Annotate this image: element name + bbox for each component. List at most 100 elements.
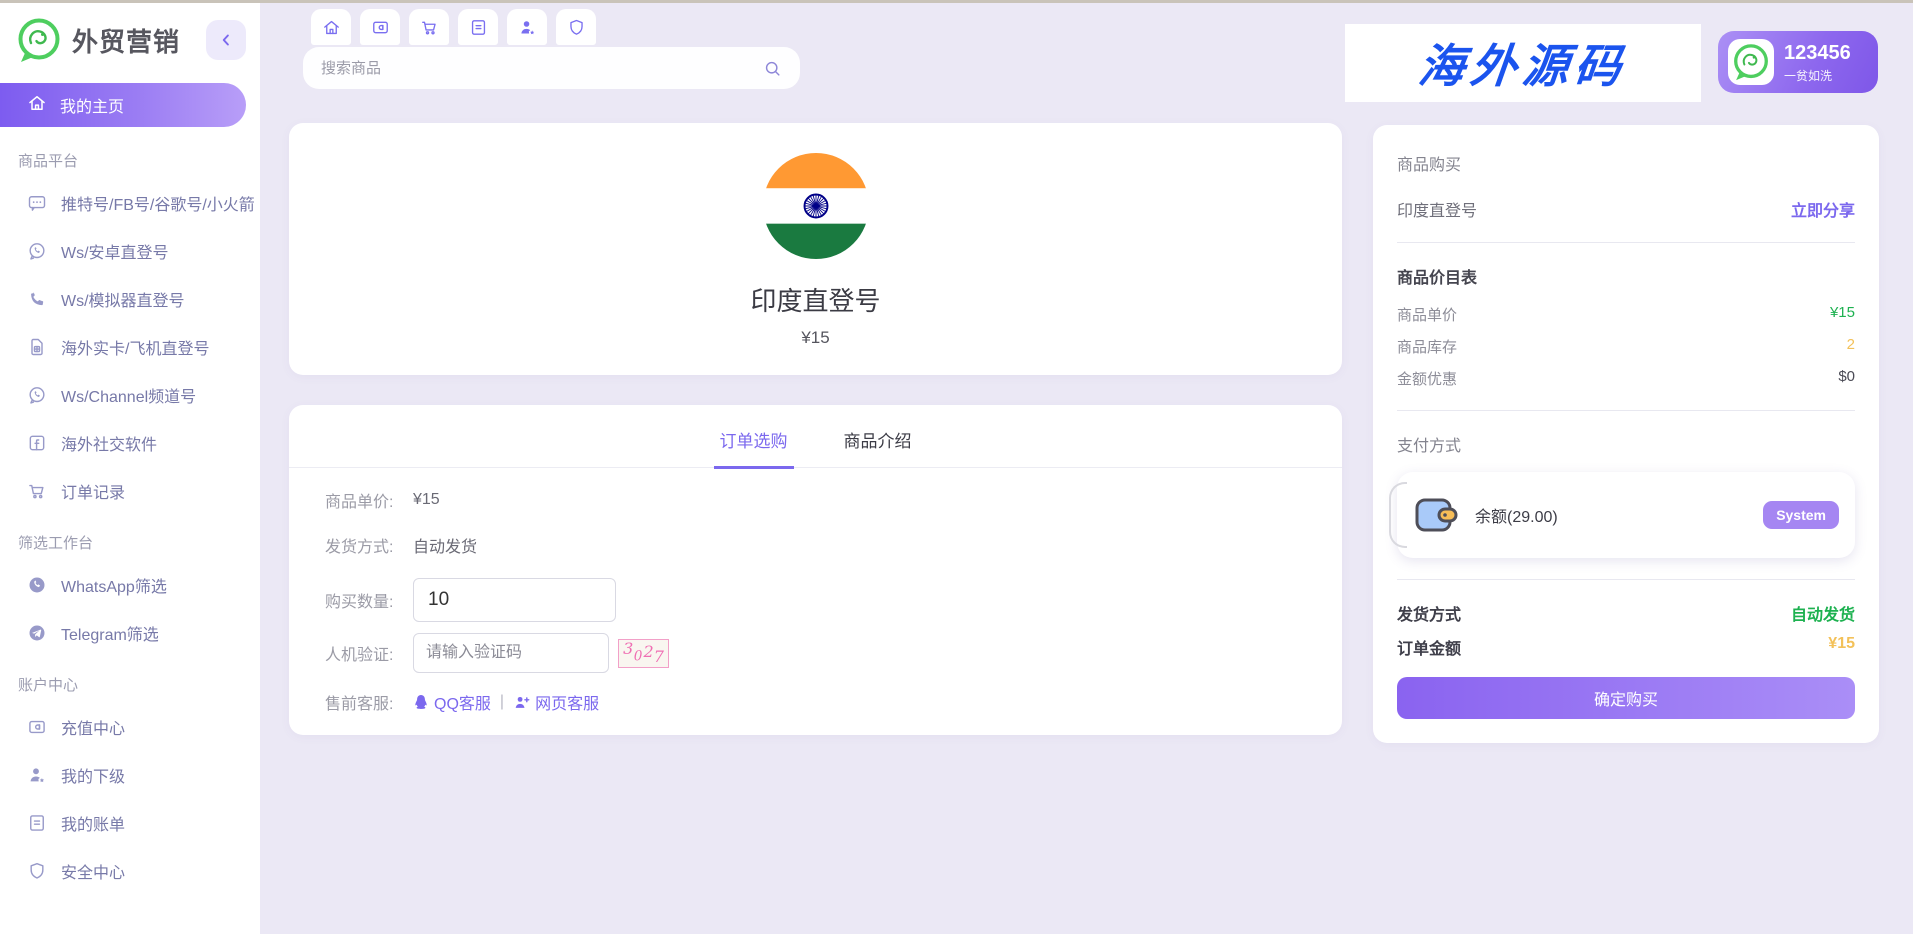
- facebook-icon: [27, 433, 47, 453]
- unit-price-label: 商品单价:: [325, 488, 413, 512]
- sidebar-item[interactable]: 海外实卡/飞机直登号: [0, 323, 260, 371]
- web-service-link[interactable]: 网页客服: [513, 690, 599, 714]
- quick-tab-cart[interactable]: [409, 9, 449, 45]
- bill-icon: [27, 813, 47, 833]
- delivery-summary-value: 自动发货: [1791, 601, 1855, 625]
- telegram-icon: [27, 623, 47, 643]
- whatsapp-filled-icon: [27, 575, 47, 595]
- search-icon[interactable]: [763, 59, 782, 78]
- bill-icon: [469, 18, 488, 37]
- sidebar-item[interactable]: 充值中心: [0, 703, 260, 751]
- whatsapp-icon: [27, 385, 47, 405]
- user-badge[interactable]: 123456 一贫如洗: [1718, 31, 1878, 93]
- sidebar-collapse-button[interactable]: [206, 20, 246, 60]
- quantity-input[interactable]: [413, 578, 616, 622]
- app-title: 外贸营销: [72, 22, 180, 59]
- price-list: 商品单价¥15商品库存2金额优惠$0: [1397, 304, 1855, 389]
- product-card: 印度直登号 ¥15: [289, 123, 1342, 375]
- sidebar-section-header: 账户中心: [0, 657, 260, 703]
- sidebar-item-label: Telegram筛选: [61, 621, 159, 645]
- payment-header: 支付方式: [1397, 432, 1855, 456]
- share-link[interactable]: 立即分享: [1791, 197, 1855, 221]
- sidebar-section-header: 商品平台: [0, 133, 260, 179]
- delivery-label: 发货方式:: [325, 533, 413, 557]
- sidebar-item[interactable]: WhatsApp筛选: [0, 561, 260, 609]
- amount-label: 订单金额: [1397, 635, 1461, 659]
- unit-price-row: 商品单价: ¥15: [325, 488, 1342, 512]
- user-id: 123456: [1784, 41, 1851, 65]
- sidebar-item[interactable]: Telegram筛选: [0, 609, 260, 657]
- search-bar: [303, 47, 800, 89]
- brand-banner: 海外源码: [1345, 24, 1701, 102]
- home-icon: [322, 18, 341, 37]
- sidebar-item[interactable]: 我的账单: [0, 799, 260, 847]
- sim-card-icon: [27, 337, 47, 357]
- sidebar-item-label: WhatsApp筛选: [61, 573, 167, 597]
- sidebar-item[interactable]: 安全中心: [0, 847, 260, 895]
- brand-logo-text: 海外源码: [1416, 30, 1631, 96]
- captcha-image[interactable]: 3027: [618, 639, 669, 668]
- qq-service-label: QQ客服: [434, 690, 491, 714]
- cart-icon: [27, 481, 47, 501]
- quantity-label: 购买数量:: [325, 588, 413, 612]
- person-star-icon: [27, 765, 47, 785]
- sidebar-item[interactable]: Ws/Channel频道号: [0, 371, 260, 419]
- system-badge: System: [1763, 501, 1839, 529]
- sidebar-item-label: 我的账单: [61, 811, 125, 835]
- delivery-value: 自动发货: [413, 533, 477, 557]
- qq-service-link[interactable]: QQ客服: [413, 690, 491, 714]
- price-row-label: 商品库存: [1397, 336, 1457, 357]
- amount-value: ¥15: [1828, 635, 1855, 659]
- sidebar-item[interactable]: Ws/安卓直登号: [0, 227, 260, 275]
- phone-icon: [27, 289, 47, 309]
- panel-product-name: 印度直登号: [1397, 197, 1477, 221]
- sidebar-item-label: 海外社交软件: [61, 431, 157, 455]
- tab-product-intro[interactable]: 商品介绍: [838, 427, 918, 467]
- quick-tab-bill[interactable]: [458, 9, 498, 45]
- sidebar-item-label: Ws/模拟器直登号: [61, 287, 185, 311]
- sidebar-item[interactable]: 订单记录: [0, 467, 260, 515]
- price-row-value: 2: [1847, 336, 1855, 357]
- sidebar-item[interactable]: 海外社交软件: [0, 419, 260, 467]
- divider: [1397, 579, 1855, 580]
- divider: [1397, 242, 1855, 243]
- quick-tab-home[interactable]: [311, 9, 351, 45]
- quick-tab-shield[interactable]: [556, 9, 596, 45]
- wallet-icon: [27, 717, 47, 737]
- confirm-purchase-button[interactable]: 确定购买: [1397, 677, 1855, 719]
- wallet-icon: [371, 18, 390, 37]
- person-plus-icon: [513, 694, 530, 711]
- delivery-row: 发货方式: 自动发货: [325, 533, 1342, 557]
- amount-row: 订单金额 ¥15: [1397, 635, 1855, 659]
- quick-tab-wallet[interactable]: [360, 9, 400, 45]
- qq-penguin-icon: [413, 694, 429, 710]
- sidebar-item-home-active[interactable]: 我的主页: [0, 83, 246, 127]
- captcha-input[interactable]: [413, 633, 609, 673]
- payment-method-balance[interactable]: 余额(29.00) System: [1397, 472, 1855, 558]
- tab-order-select[interactable]: 订单选购: [714, 427, 794, 469]
- price-list-header: 商品价目表: [1397, 264, 1855, 288]
- quick-tab-person-star[interactable]: [507, 9, 547, 45]
- sidebar-menu: 商品平台推特号/FB号/谷歌号/小火箭Ws/安卓直登号 Ws/模拟器直登号海外实卡…: [0, 127, 260, 895]
- sidebar-item[interactable]: 推特号/FB号/谷歌号/小火箭: [0, 179, 260, 227]
- web-service-label: 网页客服: [535, 690, 599, 714]
- sidebar-item-label: 我的下级: [61, 763, 125, 787]
- price-row-value: $0: [1838, 368, 1855, 389]
- product-title: 印度直登号: [750, 281, 880, 318]
- link-separator: |: [500, 693, 504, 711]
- wallet-blue-icon: [1413, 492, 1459, 538]
- sidebar-section-header: 筛选工作台: [0, 515, 260, 561]
- user-status: 一贫如洗: [1784, 67, 1851, 84]
- user-avatar: [1728, 39, 1774, 85]
- price-row-label: 金额优惠: [1397, 368, 1457, 389]
- order-card: 订单选购 商品介绍 商品单价: ¥15 发货方式: 自动发货 购买数量:: [289, 405, 1342, 735]
- sidebar-item-label: 海外实卡/飞机直登号: [61, 335, 209, 359]
- sidebar-item[interactable]: 我的下级: [0, 751, 260, 799]
- india-flag-icon: [763, 153, 869, 259]
- sidebar-item-label: 我的主页: [60, 93, 124, 117]
- search-input[interactable]: [321, 60, 763, 77]
- price-row-label: 商品单价: [1397, 304, 1457, 325]
- sidebar-item[interactable]: Ws/模拟器直登号: [0, 275, 260, 323]
- captcha-row: 人机验证: 3027: [325, 633, 1342, 673]
- delivery-summary-row: 发货方式 自动发货: [1397, 601, 1855, 625]
